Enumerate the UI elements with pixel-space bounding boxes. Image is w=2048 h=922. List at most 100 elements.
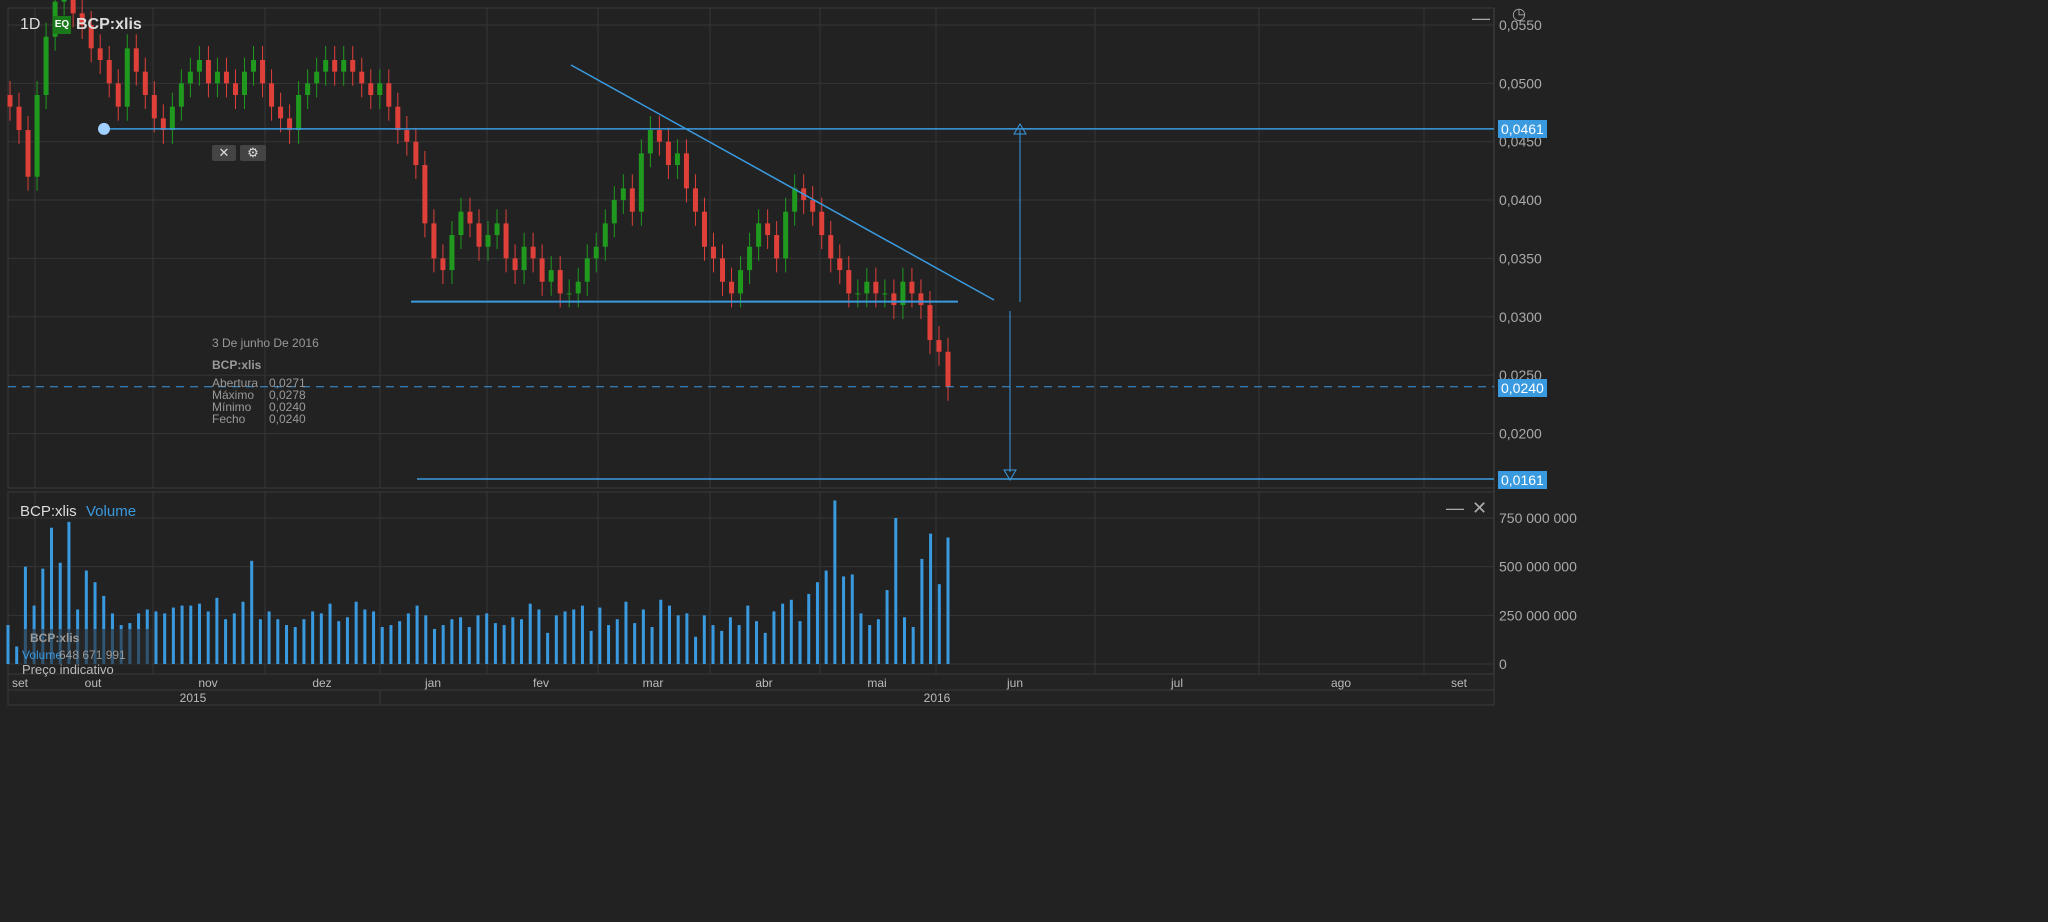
- volume-bar: [232, 613, 236, 664]
- candle-body: [575, 281, 581, 294]
- volume-bar: [180, 605, 184, 664]
- candle-body: [368, 83, 374, 96]
- clock-icon[interactable]: ◷: [1512, 4, 1526, 24]
- candle-body: [611, 200, 617, 224]
- volume-bar: [676, 615, 680, 664]
- candle-body: [61, 0, 67, 2]
- month-label: fev: [533, 676, 549, 690]
- candle-body: [34, 95, 40, 177]
- symbol-title[interactable]: BCP:xlis: [76, 16, 142, 34]
- volume-bar: [415, 605, 419, 664]
- candle-body: [377, 83, 383, 96]
- candle-body: [413, 141, 419, 166]
- year-label: 2016: [924, 691, 951, 705]
- month-label: set: [12, 676, 29, 690]
- candle-body: [855, 293, 861, 295]
- volume-bar: [389, 625, 393, 664]
- candle-body: [494, 223, 500, 236]
- volume-minimize-icon[interactable]: —: [1446, 498, 1464, 519]
- volume-bar: [372, 611, 376, 664]
- volume-bar: [667, 605, 671, 664]
- candle-body: [674, 153, 680, 166]
- volume-legend: BCP:xlis Volume 648 671 991: [22, 629, 152, 665]
- tooltip-label: Fecho: [212, 412, 246, 426]
- candle-body: [359, 71, 365, 84]
- price-tick-label: 0,0500: [1499, 75, 1542, 91]
- volume-bar: [215, 597, 219, 664]
- volume-bar: [807, 593, 811, 664]
- candle-body: [332, 60, 338, 72]
- volume-bar: [189, 605, 193, 664]
- candle-body: [7, 95, 13, 107]
- volume-bar: [755, 621, 759, 664]
- candle-body: [521, 246, 527, 271]
- volume-panel-title[interactable]: Volume: [86, 503, 136, 520]
- volume-bar: [171, 607, 175, 664]
- candle-body: [539, 258, 545, 282]
- minimize-icon[interactable]: —: [1472, 8, 1490, 29]
- price-tick-label: 0,0300: [1499, 309, 1542, 325]
- volume-bar: [432, 628, 436, 664]
- month-label: ago: [1331, 676, 1351, 690]
- candle-body: [440, 258, 446, 271]
- volume-bar: [467, 627, 471, 664]
- candle-body: [305, 83, 311, 96]
- volume-bar: [572, 609, 576, 664]
- volume-bar: [781, 603, 785, 664]
- candle-body: [918, 293, 924, 306]
- delete-drawing-button[interactable]: ✕: [212, 145, 236, 161]
- candle-body: [341, 60, 347, 72]
- volume-bar: [859, 613, 863, 664]
- volume-bar: [476, 615, 480, 664]
- candle-body: [683, 153, 689, 189]
- volume-bar: [250, 560, 254, 664]
- volume-bar: [511, 617, 515, 664]
- volume-close-icon[interactable]: ✕: [1472, 498, 1487, 519]
- chart-canvas[interactable]: 0,05500,05000,04500,04000,03500,03000,02…: [0, 0, 2048, 922]
- candle-body: [882, 293, 888, 295]
- interval-label[interactable]: 1D: [20, 16, 40, 34]
- volume-bar: [789, 599, 793, 664]
- volume-bar: [554, 615, 558, 664]
- candle-body: [711, 246, 716, 259]
- volume-bar: [258, 619, 262, 664]
- candle-body: [593, 246, 599, 259]
- volume-bar: [6, 625, 10, 664]
- volume-bar: [589, 630, 593, 664]
- volume-bar: [685, 613, 689, 664]
- volume-tick-label: 750 000 000: [1499, 510, 1577, 526]
- candle-body: [169, 106, 175, 131]
- volume-bar: [641, 609, 645, 664]
- volume-bar: [833, 500, 837, 664]
- volume-bar: [224, 619, 228, 664]
- candle-body: [738, 270, 744, 294]
- candle-body: [557, 270, 563, 294]
- volume-pane: [7, 491, 1495, 675]
- candle-body: [927, 305, 933, 341]
- candle-body: [629, 188, 635, 212]
- volume-bar: [15, 646, 19, 664]
- legend-volume-value: 648 671 991: [59, 648, 126, 662]
- candle-body: [810, 200, 816, 212]
- month-label: abr: [755, 676, 772, 690]
- volume-bar: [720, 630, 724, 664]
- volume-bar: [285, 625, 289, 664]
- month-label: mai: [867, 676, 886, 690]
- candle-body: [187, 71, 193, 84]
- candle-body: [242, 71, 247, 96]
- candle-body: [115, 83, 121, 107]
- candle-body: [196, 60, 202, 72]
- candle-body: [214, 71, 220, 84]
- candle-body: [756, 223, 762, 247]
- candle-body: [296, 95, 302, 131]
- indicative-price-note: Preço indicativo: [22, 662, 114, 677]
- trend-line: [570, 64, 995, 301]
- volume-bar: [929, 533, 933, 664]
- volume-bar: [702, 615, 706, 664]
- month-axis: [7, 673, 1495, 691]
- candle-body: [386, 83, 392, 107]
- drawing-settings-icon[interactable]: ⚙: [240, 145, 266, 161]
- candle-body: [485, 235, 491, 247]
- volume-bar: [459, 617, 463, 664]
- volume-bar: [502, 625, 506, 664]
